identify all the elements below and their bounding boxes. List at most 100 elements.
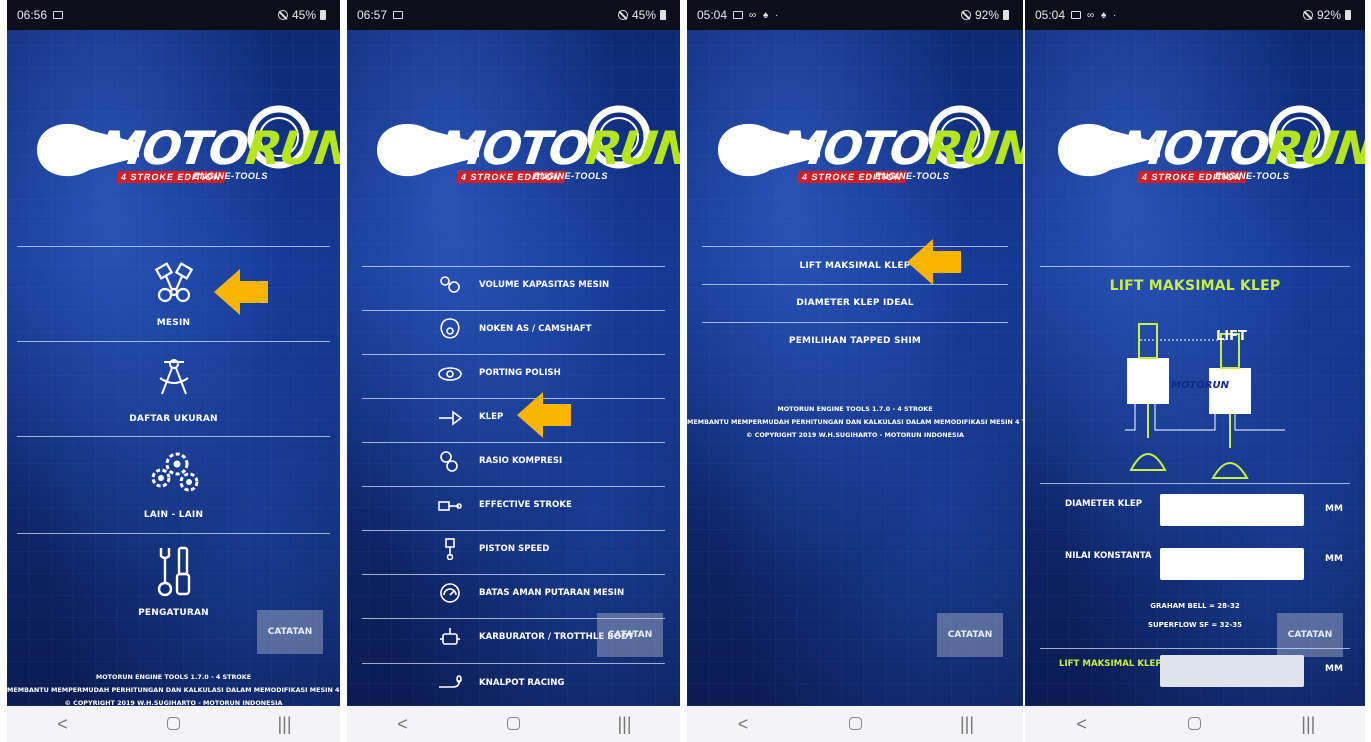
system-nav-bar: < ||| xyxy=(687,706,1023,742)
battery-level: 45% xyxy=(291,8,316,22)
gallery-notification-icon xyxy=(53,11,64,19)
logo-moto-text: MOTO xyxy=(776,121,932,175)
divider xyxy=(1040,483,1350,484)
list-label: EFFECTIVE STROKE xyxy=(479,500,572,510)
footer-copyright: © COPYRIGHT 2019 W.H.SUGIHARTO - MOTORUN… xyxy=(746,431,964,439)
divider xyxy=(1040,648,1350,649)
status-time: 05:04 xyxy=(697,8,728,22)
nav-home-button[interactable] xyxy=(494,714,534,735)
nav-recents-button[interactable]: ||| xyxy=(265,714,305,735)
footer-version: MOTORUN ENGINE TOOLS 1.7.0 - 4 STROKE xyxy=(777,405,933,413)
divider xyxy=(362,354,665,355)
unit-label: MM xyxy=(1325,504,1343,514)
field-label-nilai-konstanta: NILAI KONSTANTA xyxy=(1065,551,1152,561)
phone-screen-lift-maksimal-klep: 05:04 ∞ ♠ · 92% MOTORUN 4 STROKE EDITION … xyxy=(1025,0,1365,742)
divider xyxy=(17,341,330,342)
divider xyxy=(362,266,665,267)
motorun-logo: MOTORUN 4 STROKE EDITION ENGINE-TOOLS xyxy=(710,95,1023,205)
unit-label: MM xyxy=(1325,664,1343,674)
divider xyxy=(362,663,665,664)
divider xyxy=(1040,266,1350,267)
piston-icon xyxy=(445,538,455,560)
battery-level: 92% xyxy=(1316,8,1341,22)
list-label: VOLUME KAPASITAS MESIN xyxy=(479,280,610,290)
battery-icon xyxy=(660,10,666,20)
list-label: PORTING POLISH xyxy=(479,368,561,378)
nav-recents-button[interactable]: ||| xyxy=(1288,714,1328,735)
phone-screen-mesin-list: 06:57 45% MOTORUN 4 STROKE EDITION ENGIN… xyxy=(347,0,680,742)
lift-maksimal-klep-output xyxy=(1160,655,1304,687)
app-screen: MOTORUN 4 STROKE EDITION ENGINE-TOOLS LI… xyxy=(687,30,1023,706)
app-screen: MOTORUN 4 STROKE EDITION ENGINE-TOOLS LI… xyxy=(1025,30,1365,706)
note-graham-bell: GRAHAM BELL = 28-32 xyxy=(1150,602,1240,610)
motorun-logo: MOTORUN 4 STROKE EDITION ENGINE-TOOLS xyxy=(1050,95,1365,205)
menu-label-mesin: MESIN xyxy=(156,318,191,328)
page-title: LIFT MAKSIMAL KLEP xyxy=(1109,278,1281,294)
battery-level: 45% xyxy=(631,8,656,22)
submenu-lift-maksimal-klep[interactable]: LIFT MAKSIMAL KLEP xyxy=(687,261,1023,271)
submenu-diameter-klep-ideal[interactable]: DIAMETER KLEP IDEAL xyxy=(687,298,1023,308)
phone-screen-klep-menu: 05:04 ∞ ♠ · 92% MOTORUN 4 STROKE EDITION … xyxy=(687,0,1023,742)
logo-moto-text: MOTO xyxy=(94,121,250,175)
status-bar: 06:57 45% xyxy=(347,0,680,30)
footer-copyright: © COPYRIGHT 2019 W.H.SUGIHARTO - MOTORUN… xyxy=(64,699,283,706)
diameter-klep-input[interactable] xyxy=(1160,494,1304,526)
status-bar: 06:56 45% xyxy=(7,0,340,30)
submenu-pemilihan-tapped-shim[interactable]: PEMILIHAN TAPPED SHIM xyxy=(687,336,1023,346)
logo-run-text: RUN xyxy=(1263,121,1365,175)
logo-subtitle: ENGINE-TOOLS xyxy=(875,171,950,181)
divider xyxy=(362,530,665,531)
nav-recents-button[interactable]: ||| xyxy=(605,714,645,735)
compass-icon xyxy=(159,359,189,395)
divider xyxy=(362,310,665,311)
field-label-diameter-klep: DIAMETER KLEP xyxy=(1065,499,1143,509)
logo-moto-text: MOTO xyxy=(434,121,590,175)
orange-pointer-arrow xyxy=(214,269,268,315)
nav-home-button[interactable] xyxy=(154,714,194,735)
divider xyxy=(702,284,1008,285)
footer-description: MEMBANTU MEMPERMUDAH PERHITUNGAN DAN KAL… xyxy=(7,686,340,694)
nav-back-button[interactable]: < xyxy=(43,714,83,735)
system-nav-bar: < ||| xyxy=(1025,706,1365,742)
catatan-button[interactable]: CATATAN xyxy=(257,610,323,654)
nav-back-button[interactable]: < xyxy=(383,714,423,735)
battery-level: 92% xyxy=(974,8,999,22)
nav-back-button[interactable]: < xyxy=(723,714,763,735)
logo-subtitle: ENGINE-TOOLS xyxy=(1215,171,1290,181)
nav-recents-button[interactable]: ||| xyxy=(947,714,987,735)
nav-home-button[interactable] xyxy=(1175,714,1215,735)
camshaft-icon xyxy=(440,318,460,339)
orange-pointer-arrow xyxy=(517,392,571,438)
catatan-button[interactable]: CATATAN xyxy=(937,613,1003,657)
app-screen: MOTORUN 4 STROKE EDITION ENGINE-TOOLS ME… xyxy=(7,30,340,706)
divider xyxy=(362,442,665,443)
catatan-button[interactable]: CATATAN xyxy=(597,613,663,657)
motorun-logo: MOTORUN 4 STROKE EDITION ENGINE-TOOLS xyxy=(369,95,680,205)
list-label: KLEP xyxy=(479,412,504,422)
nilai-konstanta-input[interactable] xyxy=(1160,548,1304,580)
divider xyxy=(17,246,330,247)
catatan-button[interactable]: CATATAN xyxy=(1277,613,1343,657)
wrench-screwdriver-icon xyxy=(157,546,191,597)
divider xyxy=(362,398,665,399)
nav-back-button[interactable]: < xyxy=(1062,714,1102,735)
diagram-brand-text: MOTORUN xyxy=(1171,380,1229,391)
app-screen: MOTORUN 4 STROKE EDITION ENGINE-TOOLS VO… xyxy=(347,30,680,706)
nav-home-button[interactable] xyxy=(835,714,875,735)
logo-subtitle: ENGINE-TOOLS xyxy=(533,171,608,181)
mute-icon xyxy=(960,10,971,20)
mute-icon xyxy=(617,10,628,20)
logo-run-text: RUN xyxy=(242,121,340,175)
orange-pointer-arrow xyxy=(907,239,961,285)
divider xyxy=(362,574,665,575)
gallery-notification-icon xyxy=(1071,11,1082,19)
status-time: 06:56 xyxy=(17,8,48,22)
result-label-lift-maksimal-klep: LIFT MAKSIMAL KLEP xyxy=(1059,659,1162,669)
list-label: NOKEN AS / CAMSHAFT xyxy=(479,324,592,334)
status-time: 06:57 xyxy=(357,8,388,22)
logo-run-text: RUN xyxy=(582,121,680,175)
valve-lift-diagram xyxy=(1125,323,1285,479)
gallery-notification-icon xyxy=(393,11,404,19)
notification-icons: ∞ ♠ · xyxy=(1087,9,1119,21)
footer-version: MOTORUN ENGINE TOOLS 1.7.0 - 4 STROKE xyxy=(95,673,252,681)
